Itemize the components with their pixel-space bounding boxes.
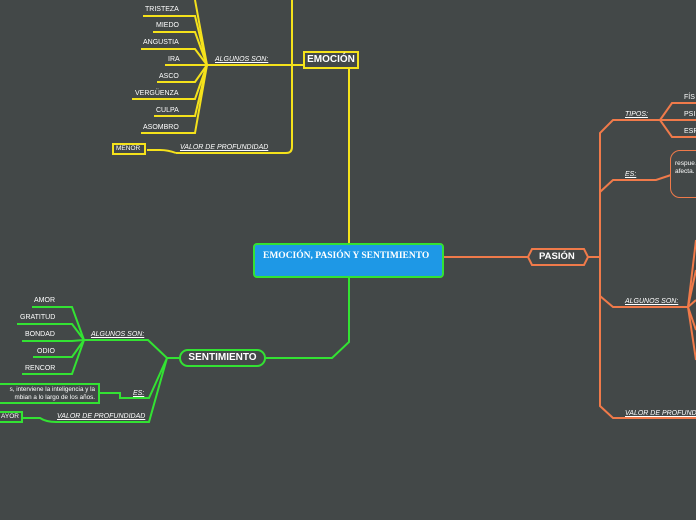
- pasion-es-label: ES:: [625, 171, 637, 178]
- pasion-tipo-esp[interactable]: ESP: [684, 127, 696, 136]
- sentimiento-item-amor[interactable]: AMOR: [34, 296, 55, 305]
- emocion-title: EMOCIÓN: [307, 54, 355, 65]
- sentimiento-valor-label: VALOR DE PROFUNDIDAD: [57, 413, 146, 420]
- pasion-algunos-label: ALGUNOS SON:: [625, 298, 679, 305]
- emocion-algunos-label: ALGUNOS SON:: [215, 56, 269, 63]
- sentimiento-node[interactable]: SENTIMIENTO: [179, 349, 266, 367]
- pasion-tipo-fis[interactable]: FÍS: [684, 93, 695, 102]
- emocion-node[interactable]: EMOCIÓN: [303, 51, 359, 69]
- emocion-item-angustia[interactable]: ANGUSTIA: [143, 38, 179, 47]
- sentimiento-algunos-label: ALGUNOS SON:: [91, 331, 145, 338]
- sentimiento-es-box[interactable]: s, interviene la inteligencia y la mbian…: [0, 383, 100, 404]
- sentimiento-es-text: s, interviene la inteligencia y la mbian…: [9, 386, 95, 401]
- emocion-item-tristeza[interactable]: TRISTEZA: [145, 5, 179, 14]
- emocion-valor-label: VALOR DE PROFUNDIDAD: [180, 144, 269, 151]
- pasion-es-text: respue… afecta.: [675, 160, 696, 175]
- emocion-item-asco[interactable]: ASCO: [159, 72, 179, 81]
- central-topic-node[interactable]: EMOCIÓN, PASIÓN Y SENTIMIENTO: [253, 243, 444, 278]
- sentimiento-valor-text: AYOR: [1, 413, 19, 420]
- emocion-item-ira[interactable]: IRA: [168, 55, 180, 64]
- pasion-valor-label: VALOR DE PROFUND: [625, 410, 696, 417]
- pasion-tipos-label: TIPOS:: [625, 111, 648, 118]
- emocion-item-asombro[interactable]: ASOMBRO: [143, 123, 179, 132]
- emocion-valor-text: MENOR: [116, 145, 141, 152]
- pasion-tipo-psi[interactable]: PSI: [684, 110, 695, 119]
- sentimiento-item-gratitud[interactable]: GRATITUD: [20, 313, 55, 322]
- sentimiento-valor-value[interactable]: AYOR: [0, 411, 23, 423]
- sentimiento-item-bondad[interactable]: BONDAD: [25, 330, 55, 339]
- emocion-item-culpa[interactable]: CULPA: [156, 106, 179, 115]
- sentimiento-item-rencor[interactable]: RENCOR: [25, 364, 55, 373]
- pasion-title: PASIÓN: [539, 251, 575, 262]
- central-topic-title: EMOCIÓN, PASIÓN Y SENTIMIENTO: [263, 251, 430, 261]
- sentimiento-item-odio[interactable]: ODIO: [37, 347, 55, 356]
- emocion-connectors: [132, 0, 350, 243]
- emocion-item-verguenza[interactable]: VERGÜENZA: [135, 89, 179, 98]
- sentimiento-es-label: ES:: [133, 390, 145, 397]
- sentimiento-title: SENTIMIENTO: [188, 352, 257, 363]
- emocion-item-miedo[interactable]: MIEDO: [156, 21, 179, 30]
- pasion-es-box[interactable]: respue… afecta.: [670, 150, 696, 198]
- emocion-valor-value[interactable]: MENOR: [112, 143, 146, 155]
